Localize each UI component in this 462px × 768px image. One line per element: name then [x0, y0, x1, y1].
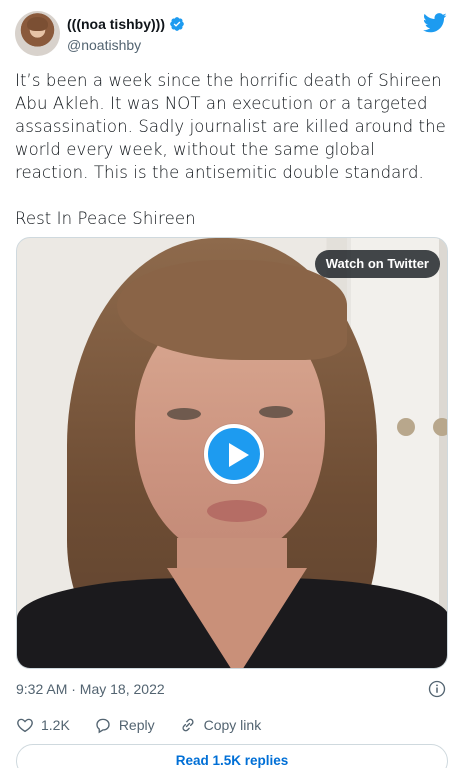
- play-button[interactable]: [204, 424, 264, 484]
- read-replies-button[interactable]: Read 1.5K replies: [16, 744, 448, 768]
- tweet-text: It’s been a week since the horrific deat…: [15, 69, 447, 230]
- author-name-row: (((noa tishby))): [67, 16, 185, 32]
- person-eye-left: [167, 408, 201, 420]
- copy-link-button[interactable]: Copy link: [179, 716, 262, 734]
- person-lips: [207, 500, 267, 522]
- reply-button[interactable]: Reply: [94, 716, 155, 734]
- door-knob: [397, 418, 415, 436]
- tweet-paragraph-body: It’s been a week since the horrific deat…: [15, 71, 446, 182]
- watch-on-twitter-button[interactable]: Watch on Twitter: [314, 250, 440, 278]
- person-eye-right: [259, 406, 293, 418]
- heart-icon: [17, 718, 33, 733]
- link-icon: [182, 718, 194, 732]
- avatar[interactable]: [15, 11, 60, 56]
- like-count: 1.2K: [41, 717, 70, 733]
- tweet-embed: (((noa tishby))) @noatishby It’s been a …: [0, 0, 462, 768]
- twitter-bird-icon[interactable]: [423, 13, 447, 33]
- info-icon[interactable]: [428, 680, 446, 698]
- reply-label: Reply: [118, 717, 155, 733]
- tweet-timestamp[interactable]: 9:32 AM · May 18, 2022: [16, 681, 165, 697]
- reply-bubble-icon: [96, 718, 110, 734]
- play-icon: [229, 443, 249, 467]
- tweet-actions: 1.2K Reply Copy link: [16, 716, 285, 734]
- video-thumbnail[interactable]: Watch on Twitter: [16, 237, 448, 669]
- author-display-name[interactable]: (((noa tishby))): [67, 16, 165, 32]
- like-button[interactable]: 1.2K: [16, 716, 70, 734]
- copy-link-label: Copy link: [203, 717, 262, 733]
- door-knob: [433, 418, 447, 436]
- tweet-paragraph-closing: Rest In Peace Shireen: [15, 209, 196, 228]
- verified-badge-icon: [170, 17, 184, 31]
- author-handle[interactable]: @noatishby: [67, 37, 141, 53]
